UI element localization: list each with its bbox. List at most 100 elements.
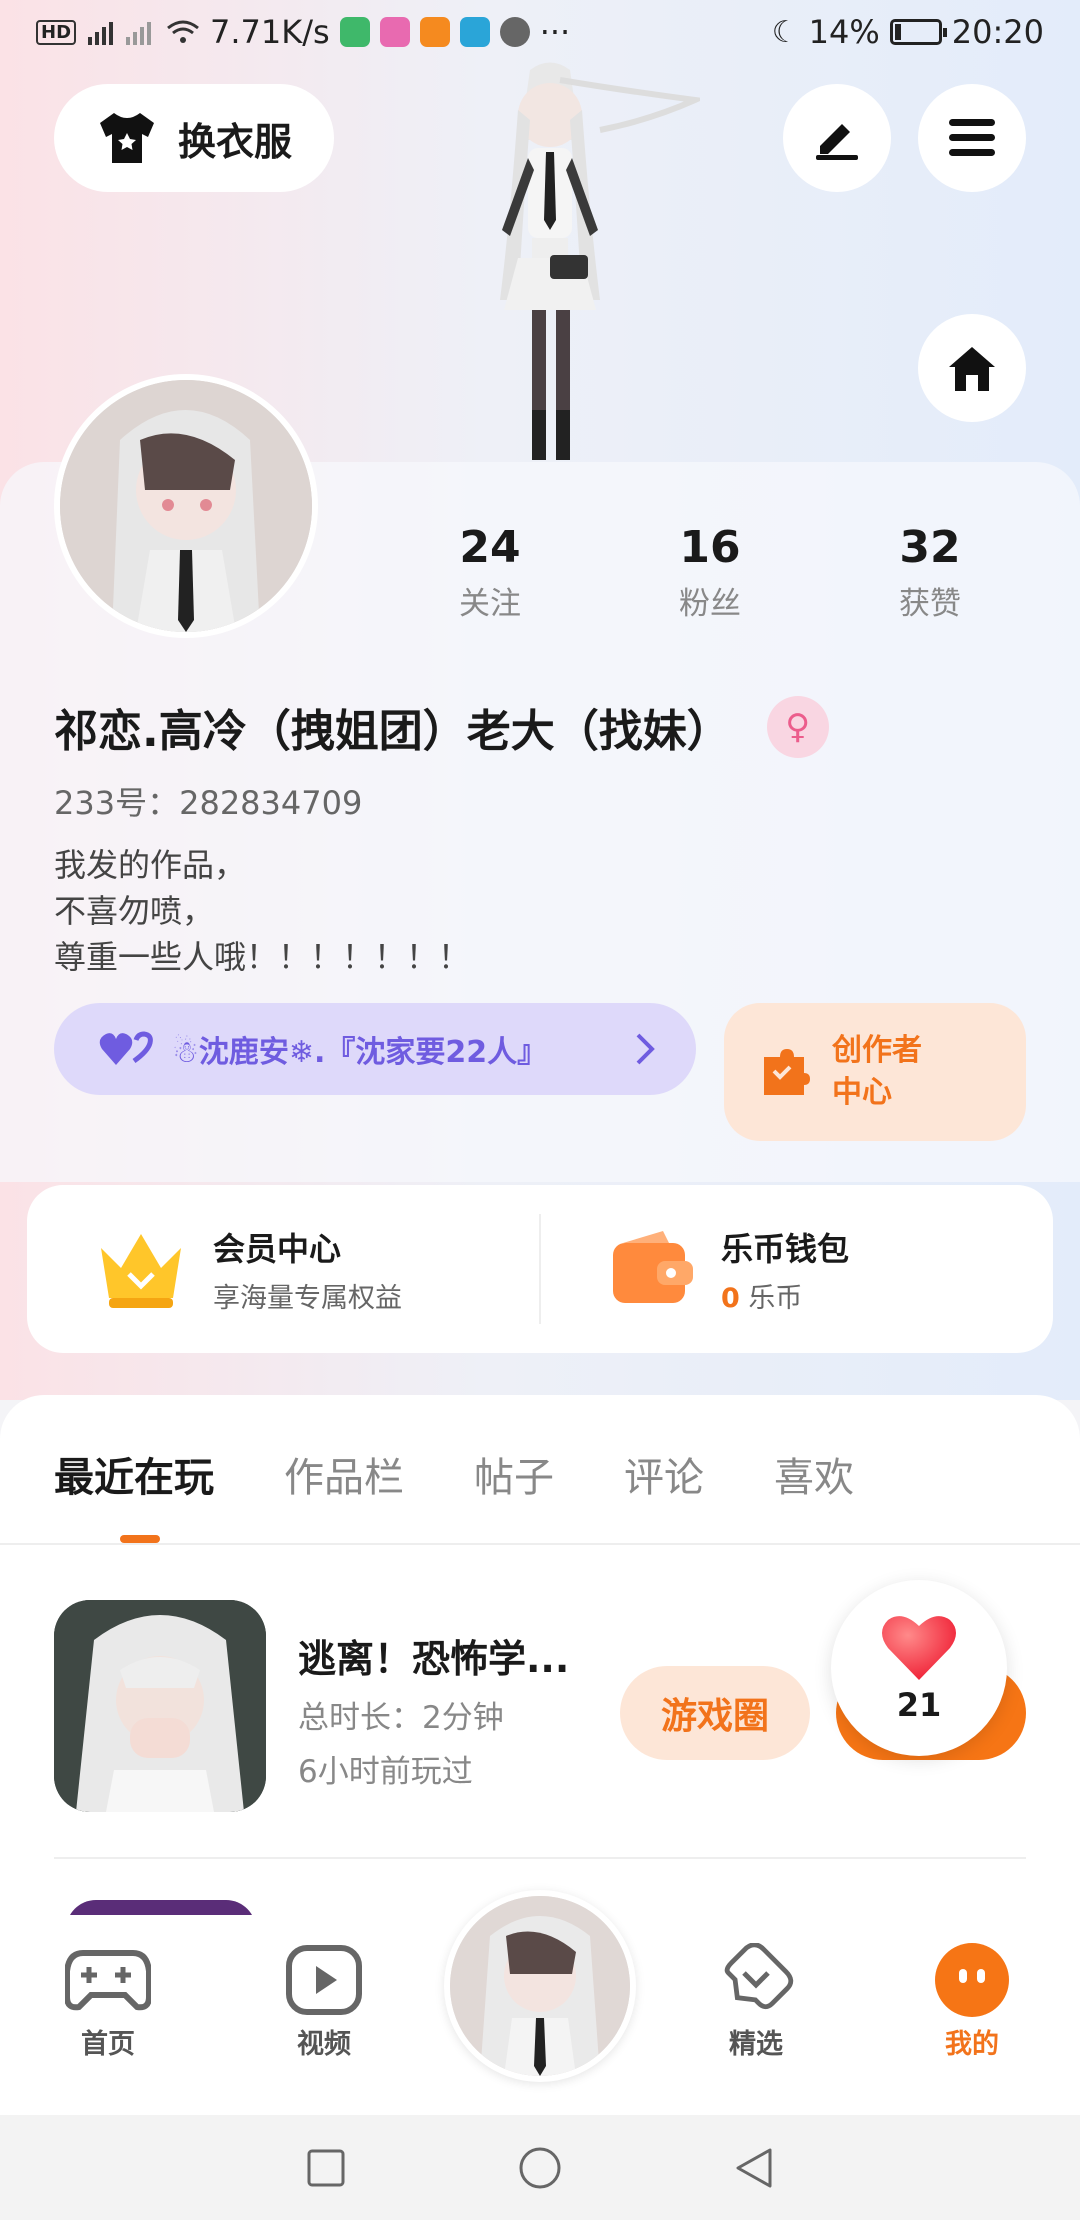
recent-apps-icon[interactable]: [306, 2148, 346, 2188]
game-thumbnail[interactable]: [54, 1600, 266, 1812]
menu-icon: [949, 119, 995, 156]
user-id[interactable]: 233号：282834709: [54, 778, 362, 824]
wifi-icon: [167, 20, 199, 43]
video-icon: [286, 1945, 362, 2015]
followers-label: 粉丝: [679, 586, 741, 622]
tab-recent-played[interactable]: 最近在玩: [54, 1445, 214, 1503]
home-icon: [949, 347, 995, 391]
member-center-entry[interactable]: 会员中心 享海量专属权益: [27, 1224, 539, 1315]
tab-works[interactable]: 作品栏: [284, 1445, 404, 1503]
wallet-amount: 0: [721, 1282, 740, 1314]
following-stat[interactable]: 24 关注: [380, 522, 600, 623]
services-card: 会员中心 享海量专属权益 乐币钱包 0 乐币: [27, 1185, 1053, 1353]
gamepad-icon: [65, 1950, 151, 2011]
nav-me-label: 我的: [945, 2029, 999, 2060]
avatar-3d-character[interactable]: [400, 60, 700, 460]
creator-center-button[interactable]: 创作者 中心: [724, 1003, 1026, 1141]
game-circle-button[interactable]: 游戏圈: [620, 1666, 810, 1760]
avatar[interactable]: [54, 374, 318, 638]
nav-featured[interactable]: 精选: [686, 1938, 826, 2061]
app-notification-icon: [379, 17, 410, 47]
crown-icon: [101, 1234, 181, 1308]
female-icon: ♀: [766, 696, 829, 758]
edit-icon: [816, 124, 858, 160]
profile-stats: 24 关注 16 粉丝 32 获赞: [380, 522, 1040, 623]
app-notification-icon: [459, 17, 490, 47]
dress-up-label: 换衣服: [177, 119, 292, 164]
likes-count: 32: [899, 522, 961, 573]
wallet-balance: 0 乐币: [721, 1276, 849, 1315]
wallet-title: 乐币钱包: [721, 1229, 850, 1268]
tabs-divider: [0, 1543, 1080, 1545]
net-speed: 7.71K/s: [210, 13, 330, 51]
fan-group-button[interactable]: ☃沈鹿安❄.『沈家要22人』: [54, 1003, 696, 1095]
uid-label: 233号：: [54, 784, 180, 822]
battery-icon: [889, 19, 947, 45]
status-bar: HD 7.71K/s ··· ☾ 14% 20:20: [0, 0, 1080, 64]
creator-label-line2: 中心: [832, 1075, 892, 1110]
following-label: 关注: [459, 586, 521, 622]
heart-chat-icon: [724, 1943, 794, 2010]
system-navigation-bar: [0, 2115, 1080, 2220]
nav-avatar-button[interactable]: [444, 1890, 636, 2082]
game-title: 逃离！恐怖学...: [298, 1637, 570, 1681]
nav-me[interactable]: 我的: [902, 1938, 1042, 2061]
avatar-image: [60, 380, 312, 632]
dress-up-button[interactable]: 换衣服: [54, 84, 334, 192]
active-tab-indicator: [120, 1535, 160, 1543]
nav-home[interactable]: 首页: [38, 1938, 178, 2061]
battery-percent: 14%: [808, 13, 880, 51]
following-count: 24: [459, 522, 521, 573]
chevron-right-icon: [636, 1033, 655, 1065]
like-bubble[interactable]: 21: [831, 1580, 1007, 1756]
tab-comments[interactable]: 评论: [624, 1445, 704, 1503]
fan-group-name: ☃沈鹿安❄.『沈家要22人』: [172, 1035, 548, 1070]
likes-stat[interactable]: 32 获赞: [820, 522, 1040, 623]
list-divider: [54, 1857, 1026, 1859]
like-count: 21: [896, 1686, 942, 1724]
shirt-icon: [99, 113, 154, 163]
hd-badge: HD: [36, 19, 77, 45]
me-icon: [935, 1943, 1009, 2017]
menu-button[interactable]: [918, 84, 1026, 192]
back-icon[interactable]: [734, 2146, 774, 2190]
nav-home-label: 首页: [81, 2029, 135, 2060]
nav-video[interactable]: 视频: [254, 1938, 394, 2061]
member-center-subtitle: 享海量专属权益: [213, 1282, 402, 1314]
uid-value: 282834709: [179, 784, 363, 822]
recent-game-item[interactable]: 逃离！恐怖学... 总时长：2分钟 6小时前玩过 游戏圈 21: [54, 1580, 1026, 1812]
more-notifications: ···: [539, 13, 571, 51]
app-notification-icon: [339, 17, 370, 47]
clock: 20:20: [951, 13, 1044, 51]
signal-icon: [88, 22, 152, 45]
bio-line: 尊重一些人哦！！！！！！！: [54, 938, 471, 976]
wallet-icon: [613, 1231, 693, 1303]
home-system-icon[interactable]: [518, 2146, 562, 2190]
tab-posts[interactable]: 帖子: [474, 1445, 554, 1503]
tab-likes[interactable]: 喜欢: [774, 1445, 854, 1503]
creator-label-line1: 创作者: [832, 1033, 922, 1068]
bio: 我发的作品， 不喜勿喷， 尊重一些人哦！！！！！！！: [54, 842, 470, 980]
creator-center-label: 创作者 中心: [832, 1030, 922, 1114]
edit-profile-button[interactable]: [783, 84, 891, 192]
wallet-entry[interactable]: 乐币钱包 0 乐币: [541, 1224, 1053, 1315]
heart-icon: [882, 1616, 956, 1680]
tab-bar: 最近在玩 作品栏 帖子 评论 喜欢: [54, 1445, 854, 1503]
likes-label: 获赞: [899, 586, 961, 622]
home-button[interactable]: [918, 314, 1026, 422]
followers-stat[interactable]: 16 粉丝: [600, 522, 820, 623]
wallet-unit: 乐币: [748, 1282, 803, 1314]
nav-video-label: 视频: [297, 2029, 351, 2060]
game-last-played: 6小时前玩过: [298, 1754, 473, 1790]
followers-count: 16: [679, 522, 741, 573]
bio-line: 我发的作品，: [54, 846, 247, 884]
double-heart-icon: [99, 1031, 153, 1065]
nav-avatar-image: [450, 1896, 630, 2076]
game-duration: 总时长：2分钟: [298, 1700, 504, 1736]
game-thumbnail-image: [54, 1600, 266, 1812]
nickname-row: 祁恋.高冷（拽姐团）老大（找妹） ♀: [54, 695, 829, 759]
app-notification-icon: [499, 17, 530, 47]
moon-icon: ☾: [771, 14, 799, 50]
app-notification-icon: [419, 17, 450, 47]
nickname: 祁恋.高冷（拽姐团）老大（找妹）: [54, 706, 731, 757]
